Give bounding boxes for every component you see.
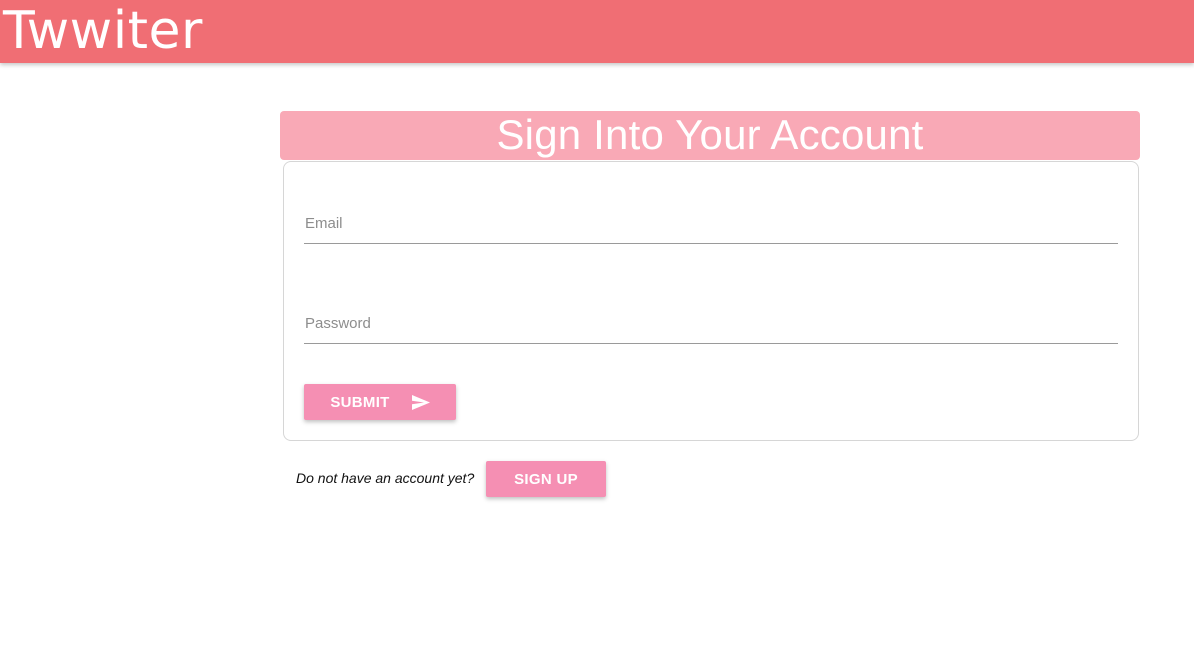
email-field-wrapper	[304, 204, 1118, 244]
send-icon	[411, 394, 430, 410]
password-field[interactable]	[304, 304, 1118, 343]
page-title: Sign Into Your Account	[496, 111, 924, 158]
signup-button-label: SIGN UP	[514, 470, 578, 488]
signup-prompt: Do not have an account yet?	[296, 461, 474, 497]
signin-card-header: Sign Into Your Account	[280, 111, 1140, 160]
signin-form-card: SUBMIT	[283, 161, 1139, 441]
navbar: Twwiter	[0, 0, 1194, 63]
password-field-wrapper	[304, 304, 1118, 344]
no-account-text: Do not have an account yet?	[296, 470, 475, 486]
brand-logo[interactable]: Twwiter	[3, 3, 203, 59]
signup-button[interactable]: SIGN UP	[486, 461, 606, 497]
email-field[interactable]	[304, 204, 1118, 243]
submit-button[interactable]: SUBMIT	[304, 384, 456, 420]
submit-button-label: SUBMIT	[330, 393, 390, 411]
